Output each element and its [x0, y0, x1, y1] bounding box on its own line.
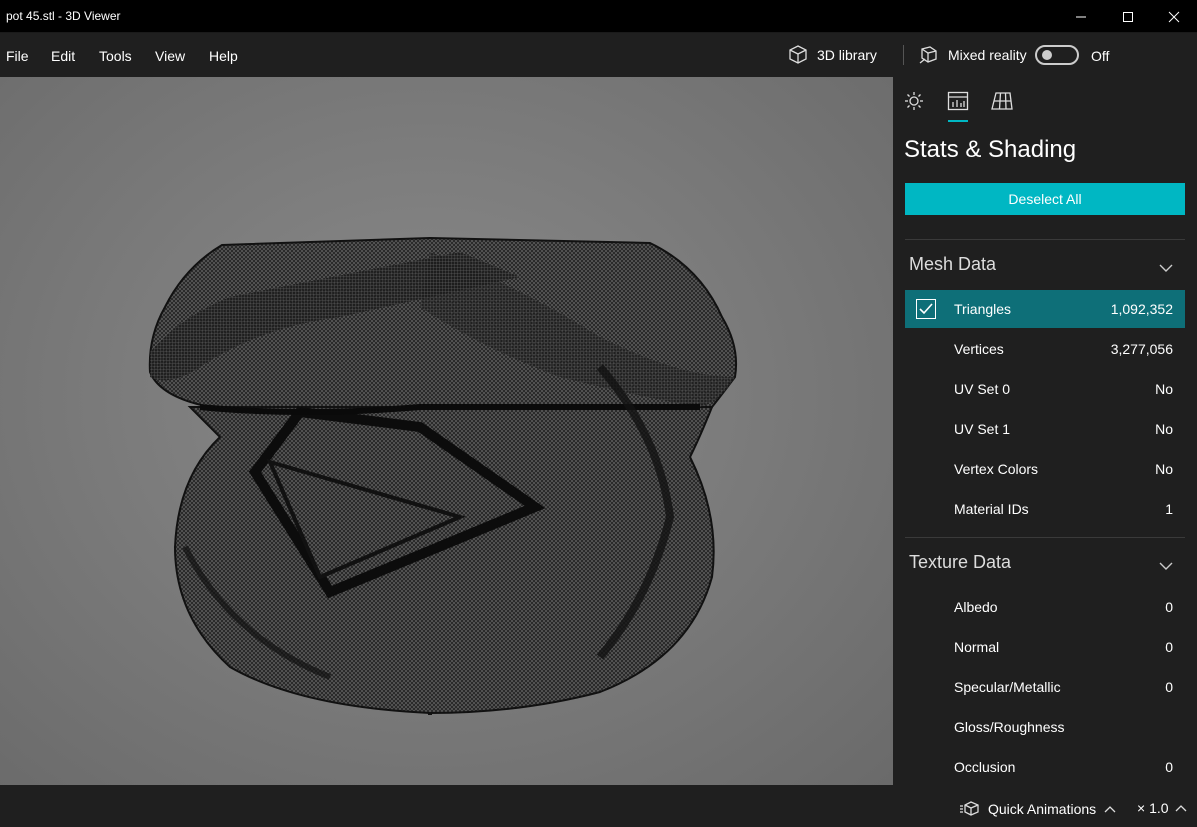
row-value: 3,277,056	[1110, 341, 1173, 357]
divider	[905, 537, 1185, 538]
animation-icon	[960, 801, 979, 816]
deselect-all-button[interactable]: Deselect All	[905, 183, 1185, 215]
chevron-up-icon	[1104, 806, 1116, 813]
row-label: Triangles	[954, 301, 1012, 317]
texture-row-specular-metallic[interactable]: Specular/Metallic 0	[905, 668, 1185, 706]
cube-icon	[789, 45, 807, 64]
stats-panel: Stats & Shading Deselect All Mesh Data T…	[893, 77, 1197, 785]
menu-edit[interactable]: Edit	[51, 48, 75, 64]
minimize-icon	[1076, 16, 1086, 17]
texture-row-gloss-roughness[interactable]: Gloss/Roughness	[905, 708, 1185, 746]
close-button[interactable]	[1151, 0, 1197, 33]
menu-view[interactable]: View	[155, 48, 185, 64]
grid-icon	[991, 92, 1013, 110]
panel-title: Stats & Shading	[904, 136, 1077, 163]
tab-grid[interactable]	[990, 89, 1014, 113]
mesh-row-material-ids[interactable]: Material IDs 1	[905, 490, 1185, 528]
minimize-button[interactable]	[1058, 0, 1104, 33]
tab-stats[interactable]	[946, 89, 970, 113]
mesh-row-triangles[interactable]: Triangles 1,092,352	[905, 290, 1185, 328]
row-value: No	[1155, 461, 1173, 477]
row-label: Gloss/Roughness	[954, 719, 1065, 735]
row-value: 1,092,352	[1110, 301, 1173, 317]
maximize-icon	[1123, 11, 1133, 22]
menu-file[interactable]: File	[6, 48, 29, 64]
mesh-row-vertex-colors[interactable]: Vertex Colors No	[905, 450, 1185, 488]
checkmark-icon	[919, 303, 933, 315]
menu-separator	[903, 45, 904, 65]
row-label: Vertices	[954, 341, 1004, 357]
texture-data-header[interactable]: Texture Data	[909, 552, 1011, 573]
row-label: Material IDs	[954, 501, 1029, 517]
row-label: UV Set 0	[954, 381, 1011, 397]
divider	[905, 239, 1185, 240]
mesh-data-header[interactable]: Mesh Data	[909, 254, 996, 275]
row-value: No	[1155, 381, 1173, 397]
speed-control[interactable]: × 1.0	[1137, 800, 1187, 816]
row-value: 0	[1165, 599, 1173, 615]
texture-row-normal[interactable]: Normal 0	[905, 628, 1185, 666]
sun-icon	[905, 92, 923, 110]
row-label: Albedo	[954, 599, 998, 615]
chevron-up-icon	[1175, 805, 1186, 812]
mesh-row-uv-set-0[interactable]: UV Set 0 No	[905, 370, 1185, 408]
mesh-data-chevron[interactable]	[1159, 260, 1173, 272]
active-tab-indicator	[948, 120, 968, 122]
row-label: UV Set 1	[954, 421, 1011, 437]
mixed-reality-button[interactable]: Mixed reality	[918, 43, 1027, 67]
mixed-reality-state: Off	[1091, 48, 1110, 64]
stats-icon	[947, 91, 969, 111]
row-label: Occlusion	[954, 759, 1016, 775]
status-bar: Quick Animations × 1.0	[0, 785, 1197, 827]
menu-help[interactable]: Help	[209, 48, 238, 64]
maximize-button[interactable]	[1105, 0, 1151, 33]
mesh-row-vertices[interactable]: Vertices 3,277,056	[905, 330, 1185, 368]
3d-library-button[interactable]: 3D library	[787, 43, 877, 67]
mesh-row-uv-set-1[interactable]: UV Set 1 No	[905, 410, 1185, 448]
chevron-down-icon	[1159, 264, 1173, 272]
quick-animations-label: Quick Animations	[988, 801, 1097, 817]
3d-library-label: 3D library	[817, 47, 877, 63]
close-icon	[1168, 11, 1180, 22]
quick-animations-button[interactable]: Quick Animations	[960, 800, 1116, 818]
row-label: Specular/Metallic	[954, 679, 1061, 695]
menu-tools[interactable]: Tools	[99, 48, 132, 64]
chevron-down-icon	[1159, 562, 1173, 570]
texture-data-chevron[interactable]	[1159, 558, 1173, 570]
speed-value: × 1.0	[1137, 800, 1169, 816]
tab-lighting[interactable]	[902, 89, 926, 113]
title-bar: pot 45.stl - 3D Viewer	[0, 0, 1197, 33]
mixed-reality-toggle[interactable]	[1035, 45, 1079, 65]
mixed-reality-label: Mixed reality	[948, 47, 1027, 63]
pot-model-wireframe	[148, 236, 738, 715]
toggle-knob	[1042, 50, 1052, 60]
row-label: Normal	[954, 639, 1000, 655]
mixed-reality-icon	[919, 46, 937, 64]
row-value: 0	[1165, 639, 1173, 655]
row-value: 0	[1165, 759, 1173, 775]
texture-row-occlusion[interactable]: Occlusion 0	[905, 748, 1185, 785]
texture-row-albedo[interactable]: Albedo 0	[905, 588, 1185, 626]
row-value: 0	[1165, 679, 1173, 695]
menu-bar: File Edit Tools View Help 3D library Mix…	[0, 33, 1197, 77]
row-label: Vertex Colors	[954, 461, 1039, 477]
3d-viewport[interactable]	[0, 77, 893, 785]
triangles-checkbox[interactable]	[916, 299, 936, 319]
window-title: pot 45.stl - 3D Viewer	[6, 9, 121, 23]
row-value: No	[1155, 421, 1173, 437]
row-value: 1	[1165, 501, 1173, 517]
